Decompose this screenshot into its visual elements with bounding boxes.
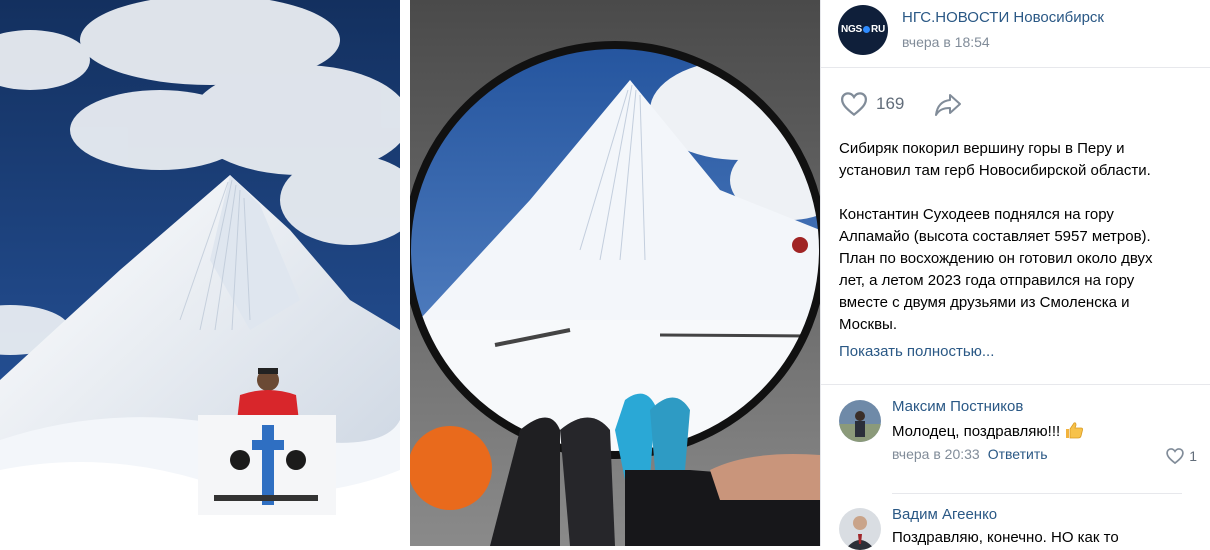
comment-time[interactable]: вчера в 20:33 xyxy=(892,446,980,462)
comment-text-value: Молодец, поздравляю!!! xyxy=(892,423,1061,440)
reply-link[interactable]: Ответить xyxy=(988,446,1048,462)
post-text: Сибиряк покорил вершину горы в Перу и ус… xyxy=(839,138,1199,336)
photo-viewer xyxy=(0,0,820,546)
post-text-line: Сибиряк покорил вершину горы в Перу и xyxy=(839,140,1125,157)
comment-like-count: 1 xyxy=(1189,448,1197,464)
post-text-line: вместе с двумя друзьями из Смоленска и xyxy=(839,294,1130,311)
avatar-logo-suffix: RU xyxy=(871,24,886,35)
show-more-link[interactable]: Показать полностью... xyxy=(839,343,994,360)
post-text-line: Алпамайо (высота составляет 5957 метров)… xyxy=(839,228,1151,245)
post-text-line: План по восхождению он готовил около дву… xyxy=(839,250,1153,267)
divider xyxy=(821,384,1210,385)
comment-meta: вчера в 20:33 Ответить xyxy=(892,446,1048,462)
comment-avatar[interactable] xyxy=(839,400,881,442)
author-info: НГС.НОВОСТИ Новосибирск вчера в 18:54 xyxy=(902,8,1104,52)
like-count: 169 xyxy=(876,94,905,113)
post-text-line: лет, а летом 2023 года отправился на гор… xyxy=(839,272,1135,289)
avatar-logo-text: NGS xyxy=(840,24,863,35)
comment-divider xyxy=(892,493,1182,494)
comment-like-button[interactable]: 1 xyxy=(1165,446,1197,466)
heart-icon xyxy=(840,92,868,117)
photo-summit-flag[interactable] xyxy=(0,0,400,546)
comment-text: Поздравляю, конечно. НО как то xyxy=(892,529,1119,546)
post-author: NGS RU НГС.НОВОСТИ Новосибирск вчера в 18… xyxy=(838,4,1104,56)
like-button[interactable]: 169 xyxy=(839,89,904,119)
post-text-line: установил там герб Новосибирской области… xyxy=(839,162,1151,179)
group-name-link[interactable]: НГС.НОВОСТИ Новосибирск xyxy=(902,8,1104,28)
group-avatar[interactable]: NGS RU xyxy=(838,5,888,55)
avatar-logo-dot xyxy=(863,25,871,33)
divider xyxy=(821,67,1210,68)
post-text-line: Москвы. xyxy=(839,316,897,333)
comment-author-link[interactable]: Максим Постников xyxy=(892,398,1023,415)
comment-avatar[interactable] xyxy=(839,508,881,550)
photo-tent-view[interactable] xyxy=(410,0,820,546)
post-actions: 169 xyxy=(839,88,964,120)
heart-icon xyxy=(1166,448,1184,465)
thumbs-up-icon xyxy=(1066,422,1084,439)
post-text-line: Константин Суходеев поднялся на гору xyxy=(839,206,1114,223)
share-icon[interactable] xyxy=(932,88,964,120)
comment-text: Молодец, поздравляю!!! xyxy=(892,421,1084,440)
comment-author-link[interactable]: Вадим Агеенко xyxy=(892,506,997,523)
post-panel: NGS RU НГС.НОВОСТИ Новосибирск вчера в 18… xyxy=(820,0,1210,550)
post-time[interactable]: вчера в 18:54 xyxy=(902,32,1104,52)
